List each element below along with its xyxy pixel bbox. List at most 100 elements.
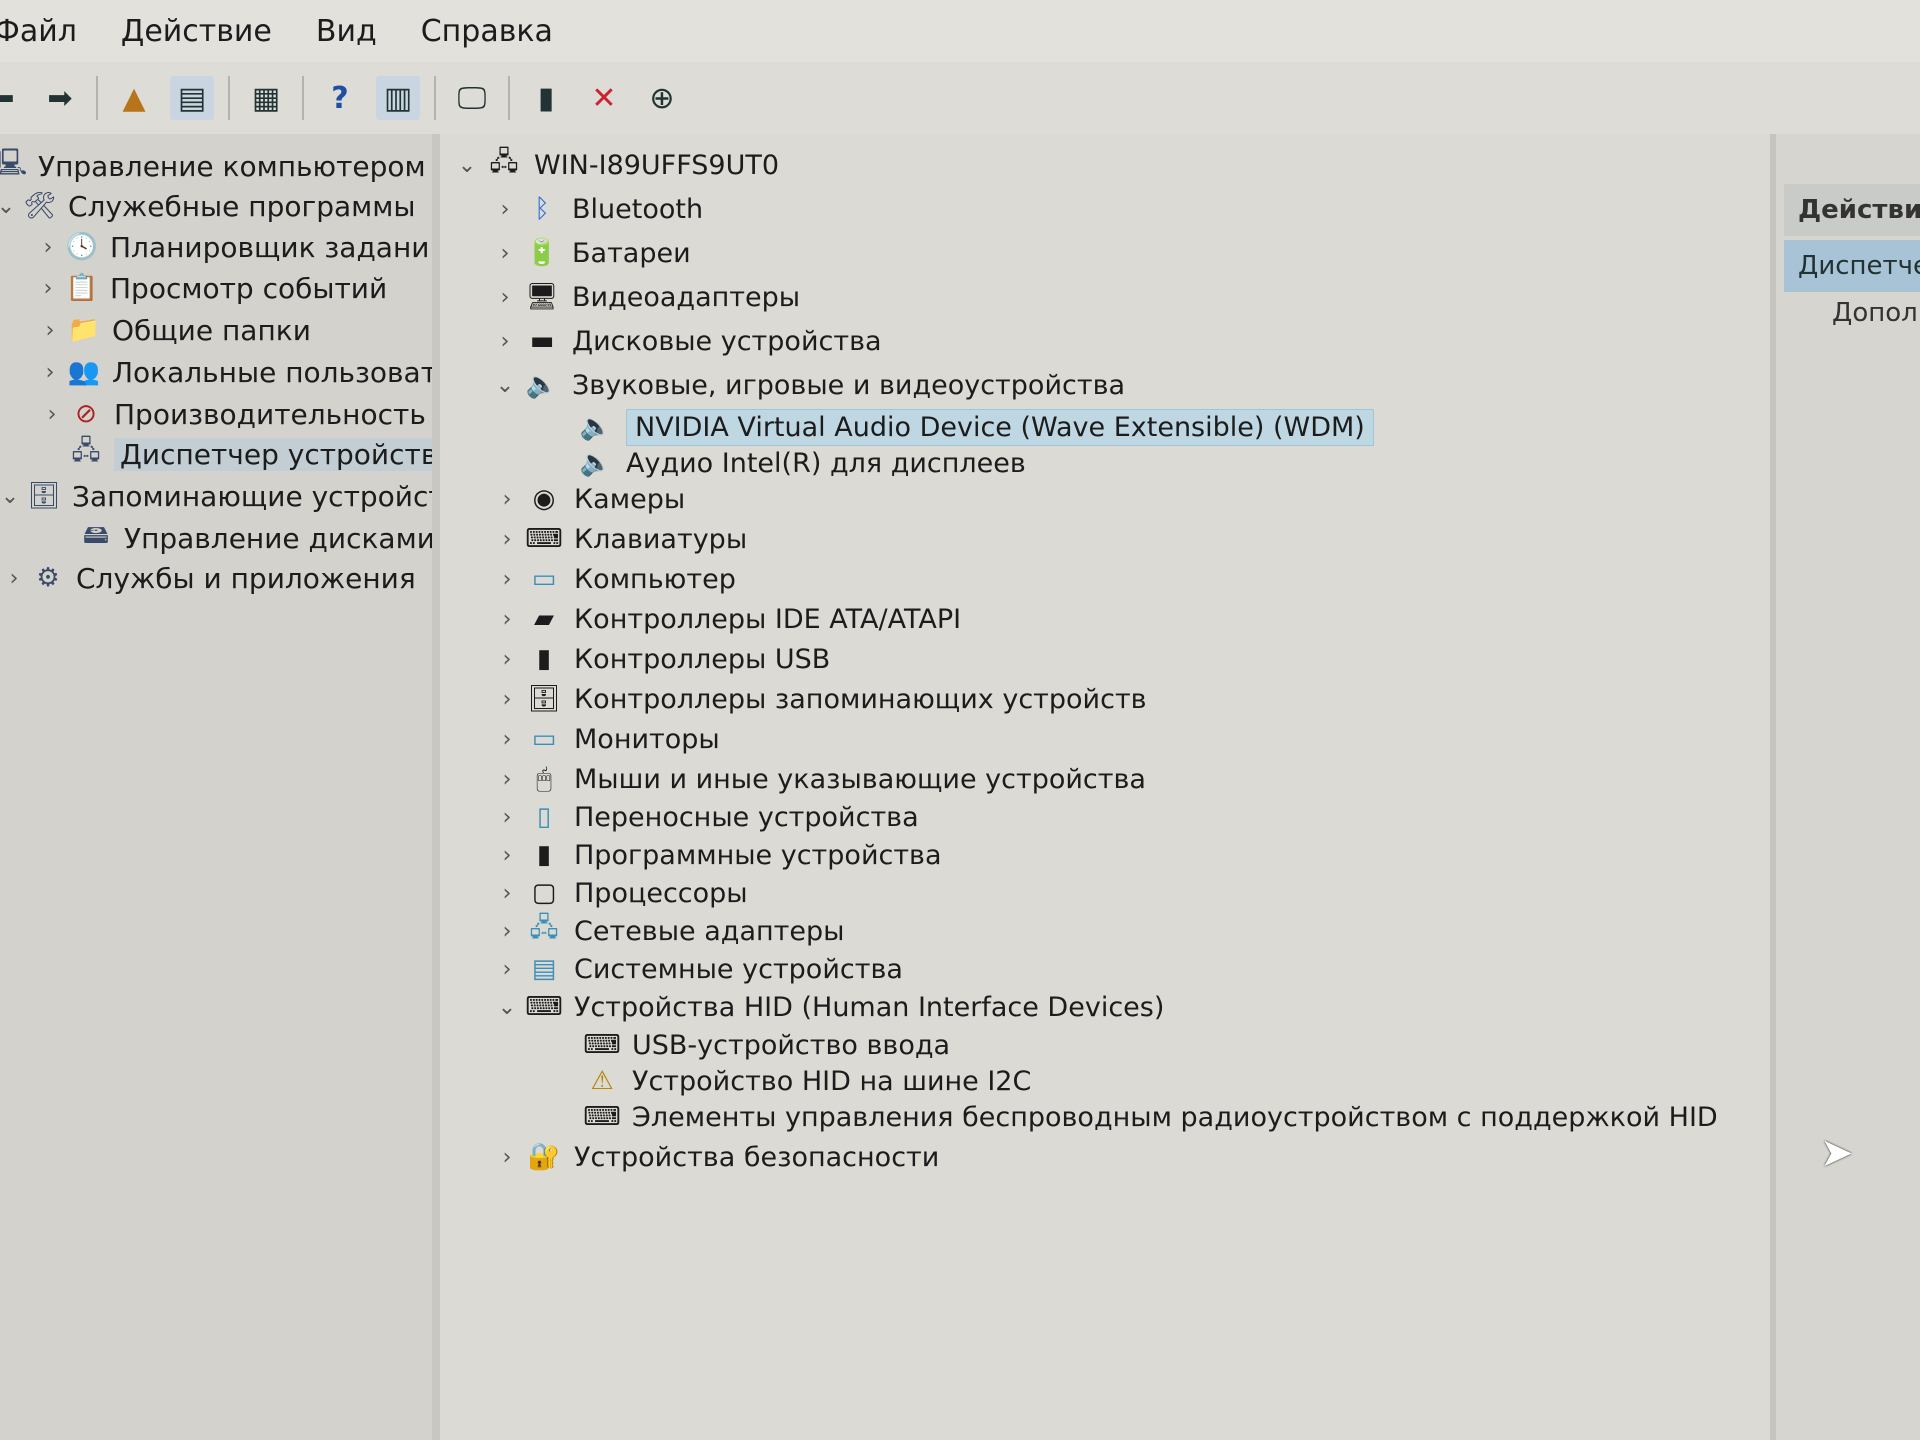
speaker-icon: 🔈 <box>579 448 613 478</box>
back-icon[interactable]: ⬅ <box>0 76 24 120</box>
chevron-right-icon[interactable]: › <box>34 235 62 260</box>
tree-computer-root[interactable]: ⌄ 🖧 WIN-I89UFFS9UT0 <box>450 146 779 184</box>
display-adapter-icon: 🖥 <box>525 282 559 312</box>
tree-shared-folders[interactable]: › 📁 Общие папки <box>36 310 311 350</box>
chevron-right-icon[interactable]: › <box>490 805 524 830</box>
device-hid-i2c[interactable]: ⚠ Устройство HID на шине I2C <box>582 1062 1031 1100</box>
users-icon: 👥 <box>67 357 101 387</box>
category-bluetooth[interactable]: › ᛒ Bluetooth <box>488 190 703 228</box>
tree-system-tools[interactable]: ⌄ 🛠 Служебные программы <box>0 186 415 226</box>
menu-help[interactable]: Справка <box>399 14 575 49</box>
menu-action[interactable]: Действие <box>99 14 294 49</box>
keyboard-icon: ⌨ <box>525 524 563 554</box>
toolbar-separator <box>508 76 510 120</box>
chevron-right-icon[interactable]: › <box>490 527 524 552</box>
chevron-right-icon[interactable]: › <box>490 1145 524 1170</box>
chevron-right-icon[interactable]: › <box>490 687 524 712</box>
category-software-devices[interactable]: › ▮ Программные устройства <box>490 836 942 874</box>
chevron-right-icon[interactable]: › <box>490 727 524 752</box>
tree-performance[interactable]: › ⊘ Производительность <box>38 394 426 434</box>
chevron-right-icon[interactable]: › <box>36 360 64 385</box>
chevron-right-icon[interactable]: › <box>36 318 64 343</box>
tree-disk-management[interactable]: 🖴 Управление дисками <box>76 518 432 558</box>
software-device-icon: ▮ <box>536 840 552 870</box>
bluetooth-icon: ᛒ <box>534 194 550 224</box>
tree-event-viewer[interactable]: › 📋 Просмотр событий <box>34 268 388 308</box>
show-action-pane-icon[interactable]: ▥ <box>376 76 420 120</box>
mouse-icon: 🖱 <box>536 763 552 794</box>
toolbar-separator <box>228 76 230 120</box>
up-folder-icon[interactable]: ▲ <box>112 76 156 120</box>
device-manager-icon: 🖧 <box>71 436 101 466</box>
device-hid-wireless-radio[interactable]: ⌨ Элементы управления беспроводным радио… <box>582 1098 1717 1136</box>
category-mice[interactable]: › 🖱 Мыши и иные указывающие устройства <box>490 760 1146 798</box>
chevron-down-icon[interactable]: ⌄ <box>450 153 484 178</box>
processor-icon: ▢ <box>531 878 557 908</box>
menu-view[interactable]: Вид <box>294 14 399 49</box>
chevron-right-icon[interactable]: › <box>490 843 524 868</box>
chevron-right-icon[interactable]: › <box>490 567 524 592</box>
category-keyboards[interactable]: › ⌨ Клавиатуры <box>490 520 748 558</box>
category-video-adapters[interactable]: › 🖥 Видеоадаптеры <box>488 278 800 316</box>
chevron-right-icon[interactable]: › <box>490 647 524 672</box>
actions-more[interactable]: Дополн <box>1832 298 1920 328</box>
category-portable[interactable]: › ▯ Переносные устройства <box>490 798 919 836</box>
category-system[interactable]: › ▤ Системные устройства <box>490 950 903 988</box>
chevron-right-icon[interactable]: › <box>490 881 524 906</box>
monitor-icon: ▭ <box>531 564 557 594</box>
category-ide[interactable]: › ▰ Контроллеры IDE ATA/ATAPI <box>490 600 962 638</box>
category-batteries[interactable]: › 🔋 Батареи <box>488 234 691 272</box>
chevron-right-icon[interactable]: › <box>490 957 524 982</box>
download-icon[interactable]: ⊕ <box>640 76 684 120</box>
properties-icon[interactable]: ▦ <box>244 76 288 120</box>
category-processors[interactable]: › ▢ Процессоры <box>490 874 748 912</box>
category-computer[interactable]: › ▭ Компьютер <box>490 560 736 598</box>
category-hid[interactable]: ⌄ ⌨ Устройства HID (Human Interface Devi… <box>490 988 1165 1026</box>
help-icon[interactable]: ? <box>318 76 362 120</box>
tree-local-users[interactable]: › 👥 Локальные пользовате <box>36 352 432 392</box>
chevron-down-icon[interactable]: ⌄ <box>0 194 20 219</box>
tree-services[interactable]: › ⚙ Службы и приложения <box>0 558 416 598</box>
chevron-right-icon[interactable]: › <box>490 767 524 792</box>
chevron-right-icon[interactable]: › <box>38 402 66 427</box>
category-usb[interactable]: › ▮ Контроллеры USB <box>490 640 831 678</box>
device-intel-display-audio[interactable]: 🔈 Аудио Intel(R) для дисплеев <box>576 444 1026 482</box>
chevron-right-icon[interactable]: › <box>488 329 522 354</box>
toolbar-separator <box>434 76 436 120</box>
update-driver-icon[interactable]: ▮ <box>524 76 568 120</box>
chevron-right-icon[interactable]: › <box>488 285 522 310</box>
category-cameras[interactable]: › ◉ Камеры <box>490 480 686 518</box>
chevron-right-icon[interactable]: › <box>488 241 522 266</box>
category-storage-controllers[interactable]: › 🗄 Контроллеры запоминающих устройств <box>490 680 1147 718</box>
chevron-down-icon[interactable]: ⌄ <box>490 995 524 1020</box>
category-network[interactable]: › 🖧 Сетевые адаптеры <box>490 912 845 950</box>
device-nvidia-virtual-audio[interactable]: 🔈 NVIDIA Virtual Audio Device (Wave Exte… <box>576 408 1374 446</box>
tree-device-manager[interactable]: 🖧 Диспетчер устройств <box>66 434 432 474</box>
storage-controller-icon: 🗄 <box>527 684 561 714</box>
scan-hardware-icon[interactable]: 🖵 <box>450 76 494 120</box>
uninstall-icon[interactable]: ✕ <box>582 76 626 120</box>
show-hide-tree-icon[interactable]: ▤ <box>170 76 214 120</box>
forward-icon[interactable]: ➡ <box>38 76 82 120</box>
chevron-down-icon[interactable]: ⌄ <box>488 373 522 398</box>
tree-storage[interactable]: ⌄ 🗄 Запоминающие устройст <box>0 476 432 516</box>
toolbar-separator <box>96 76 98 120</box>
category-sound[interactable]: ⌄ 🔈 Звуковые, игровые и видеоустройства <box>488 366 1125 404</box>
actions-device-manager[interactable]: Диспетчер <box>1784 240 1920 292</box>
chevron-down-icon[interactable]: ⌄ <box>0 484 24 509</box>
category-disk-drives[interactable]: › ▬ Дисковые устройства <box>488 322 882 360</box>
chevron-right-icon[interactable]: › <box>34 276 62 301</box>
chevron-right-icon[interactable]: › <box>490 919 524 944</box>
chevron-right-icon[interactable]: › <box>490 607 524 632</box>
chevron-right-icon[interactable]: › <box>488 197 522 222</box>
tree-root[interactable]: 🖳 Управление компьютером (л <box>0 146 432 186</box>
tree-task-scheduler[interactable]: › 🕓 Планировщик заданий <box>34 227 432 267</box>
category-monitors[interactable]: › ▭ Мониторы <box>490 720 720 758</box>
menu-file[interactable]: Файл <box>0 14 99 49</box>
device-usb-input[interactable]: ⌨ USB-устройство ввода <box>582 1026 950 1064</box>
actions-pane: Действия Диспетчер Дополн <box>1776 134 1920 1440</box>
category-security[interactable]: › 🔐 Устройства безопасности <box>490 1138 940 1176</box>
chevron-right-icon[interactable]: › <box>490 487 524 512</box>
event-log-icon: 📋 <box>65 273 99 303</box>
chevron-right-icon[interactable]: › <box>0 566 28 591</box>
